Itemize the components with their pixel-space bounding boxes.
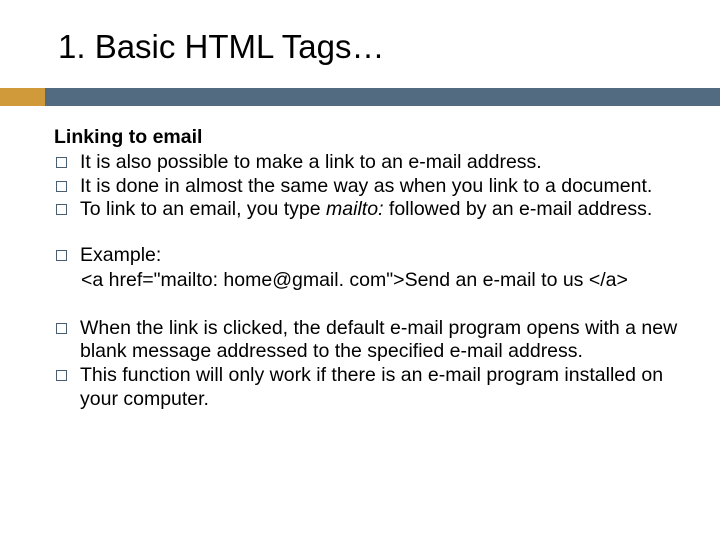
slide-title: 1. Basic HTML Tags… [58,28,680,66]
bullet-text: It is done in almost the same way as whe… [80,175,652,197]
title-block: 1. Basic HTML Tags… [40,28,680,66]
example-code: <a href="mailto: home@gmail. com">Send a… [80,269,692,293]
bullet-group-2: Example: <a href="mailto: home@gmail. co… [54,244,692,293]
accent-right [45,88,720,106]
bullet-text-italic: mailto: [326,198,383,220]
bullet-text-after: followed by an e-mail address. [383,198,652,220]
list-item: When the link is clicked, the default e-… [54,317,692,365]
content-area: Linking to email It is also possible to … [54,126,692,412]
accent-bar [0,88,720,106]
list-item: It is also possible to make a link to an… [54,151,692,175]
bullet-text: This function will only work if there is… [80,364,663,410]
accent-left [0,88,45,106]
bullet-text: When the link is clicked, the default e-… [80,317,677,363]
subheading: Linking to email [54,126,692,150]
bullet-group-1: It is also possible to make a link to an… [54,151,692,222]
list-item: It is done in almost the same way as whe… [54,175,692,199]
list-item: Example: <a href="mailto: home@gmail. co… [54,244,692,293]
list-item: This function will only work if there is… [54,364,692,412]
list-item: To link to an email, you type mailto: fo… [54,198,692,222]
bullet-group-3: When the link is clicked, the default e-… [54,317,692,412]
slide: 1. Basic HTML Tags… Linking to email It … [0,0,720,540]
bullet-text-before: To link to an email, you type [80,198,326,220]
bullet-text: It is also possible to make a link to an… [80,151,542,173]
bullet-text: Example: [80,244,161,266]
